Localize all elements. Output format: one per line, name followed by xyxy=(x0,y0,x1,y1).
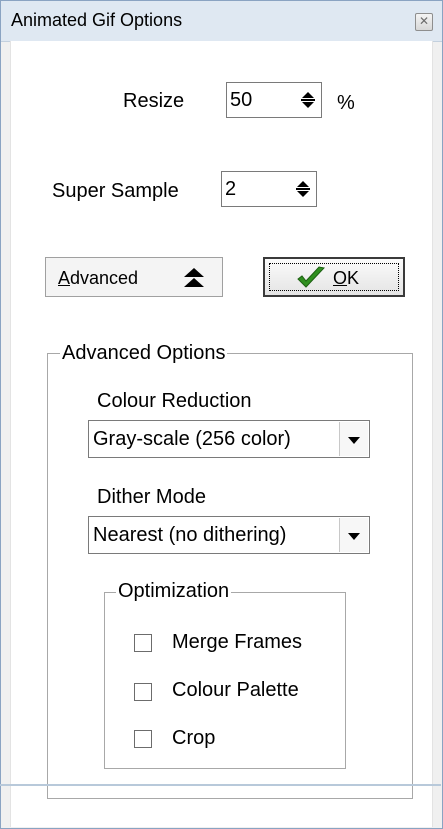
colour-reduction-label: Colour Reduction xyxy=(97,390,252,412)
merge-frames-checkbox[interactable] xyxy=(134,634,152,652)
close-button[interactable]: ✕ xyxy=(415,13,433,31)
advanced-label: Advanced xyxy=(58,268,138,289)
optimization-legend: Optimization xyxy=(116,580,232,603)
close-icon: ✕ xyxy=(418,14,430,28)
up-down-arrows-icon xyxy=(301,92,315,108)
chevron-down-icon xyxy=(348,437,360,444)
window-title: Animated Gif Options xyxy=(11,10,183,30)
colour-reduction-dropdown-button[interactable] xyxy=(339,422,368,456)
super-sample-spin-buttons[interactable] xyxy=(290,172,316,206)
chevron-down-icon xyxy=(348,533,360,540)
dither-mode-value: Nearest (no dithering) xyxy=(93,524,287,546)
advanced-accel-letter: A xyxy=(58,268,71,288)
colour-reduction-value: Gray-scale (256 color) xyxy=(93,428,291,450)
super-sample-label: Super Sample xyxy=(52,180,179,202)
merge-frames-label[interactable]: Merge Frames xyxy=(172,631,302,654)
super-sample-spinbox[interactable]: 2 xyxy=(221,171,317,207)
title-bar[interactable]: Animated Gif Options ✕ xyxy=(1,1,442,42)
colour-palette-label[interactable]: Colour Palette xyxy=(172,679,299,702)
resize-label: Resize xyxy=(123,90,185,112)
crop-label[interactable]: Crop xyxy=(172,727,215,750)
advanced-button[interactable]: Advanced xyxy=(45,257,223,297)
ok-label-rest: K xyxy=(347,268,360,288)
double-chevron-up-icon xyxy=(184,268,204,287)
dither-mode-dropdown[interactable]: Nearest (no dithering) xyxy=(88,516,370,554)
dither-mode-dropdown-button[interactable] xyxy=(339,518,368,552)
resize-spin-buttons[interactable] xyxy=(295,83,321,117)
resize-spinbox[interactable]: 50 xyxy=(226,82,322,118)
checkmark-icon xyxy=(297,266,325,288)
ok-accel-letter: O xyxy=(333,268,348,288)
crop-checkbox[interactable] xyxy=(134,730,152,748)
advanced-options-legend: Advanced Options xyxy=(60,342,228,365)
window-bottom-border xyxy=(0,784,441,786)
super-sample-value[interactable]: 2 xyxy=(225,178,236,201)
up-down-arrows-icon xyxy=(296,181,310,197)
resize-unit: % xyxy=(337,92,355,114)
colour-palette-checkbox[interactable] xyxy=(134,683,152,701)
colour-reduction-dropdown[interactable]: Gray-scale (256 color) xyxy=(88,420,370,458)
resize-value[interactable]: 50 xyxy=(230,89,252,112)
advanced-label-rest: dvanced xyxy=(70,268,139,288)
dither-mode-label: Dither Mode xyxy=(97,486,206,508)
ok-label: OK xyxy=(333,268,359,289)
ok-button[interactable]: OK xyxy=(263,257,405,297)
